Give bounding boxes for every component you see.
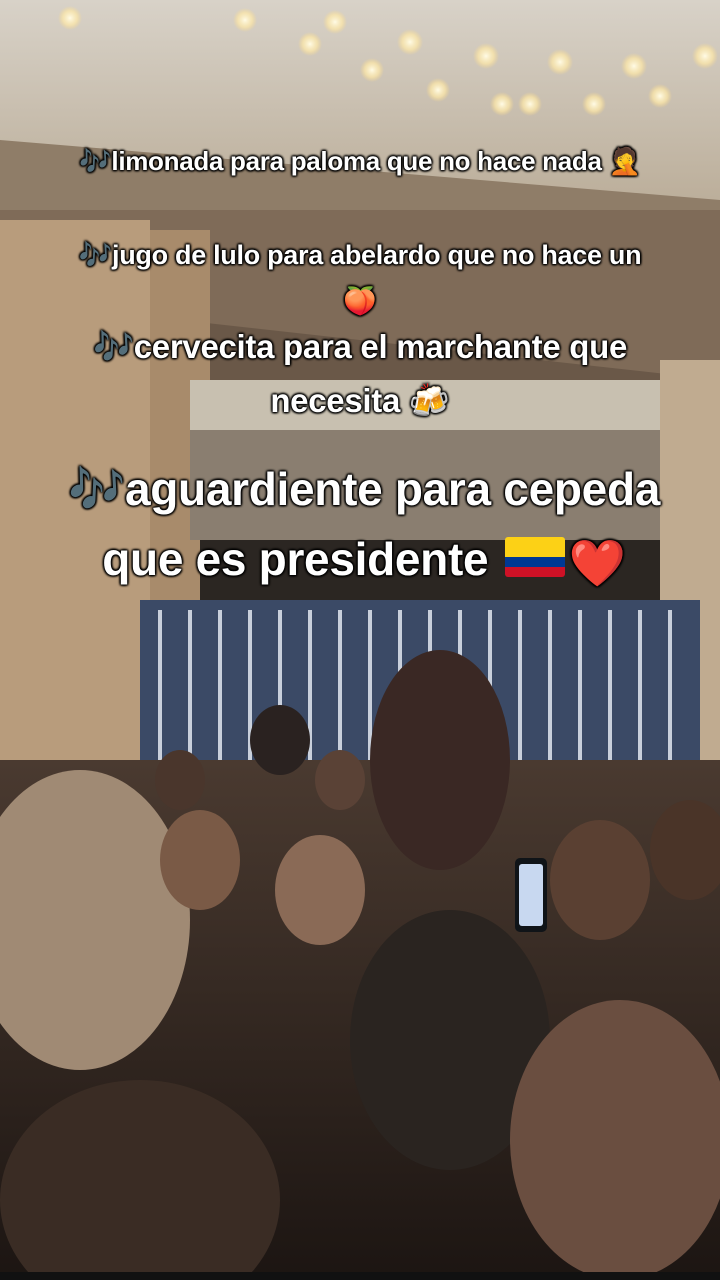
caption-line-2-text: jugo de lulo para abelardo que no hace u…	[112, 240, 642, 270]
music-notes-icon: 🎶	[67, 463, 125, 515]
music-notes-icon: 🎶	[92, 328, 134, 365]
music-notes-icon: 🎶	[79, 146, 112, 176]
caption-line-2: 🎶jugo de lulo para abelardo que no hace …	[0, 232, 720, 324]
caption-line-3-text-a: cervecita para el marchante que	[133, 328, 628, 365]
music-notes-icon: 🎶	[78, 240, 113, 270]
red-heart-icon: ❤️	[568, 537, 626, 589]
video-frame[interactable]	[0, 0, 720, 1280]
colombia-flag-icon	[504, 537, 565, 577]
caption-line-1-text: limonada para paloma que no hace nada	[111, 146, 602, 176]
caption-line-3: 🎶cervecita para el marchante que necesit…	[0, 320, 720, 428]
caption-line-1: 🎶limonada para paloma que no hace nada 🤦	[0, 146, 720, 177]
facepalm-emoji-icon: 🤦	[608, 146, 641, 176]
caption-line-4: 🎶aguardiente para cepeda que es presiden…	[0, 454, 720, 598]
caption-line-4-text-b: que es presidente	[102, 533, 489, 585]
caption-line-3-text-b: necesita	[270, 382, 400, 419]
peach-emoji-icon: 🍑	[343, 286, 377, 316]
beer-mugs-emoji-icon: 🍻	[408, 382, 450, 419]
caption-line-4-text-a: aguardiente para cepeda	[124, 463, 661, 515]
video-background	[0, 0, 720, 1280]
